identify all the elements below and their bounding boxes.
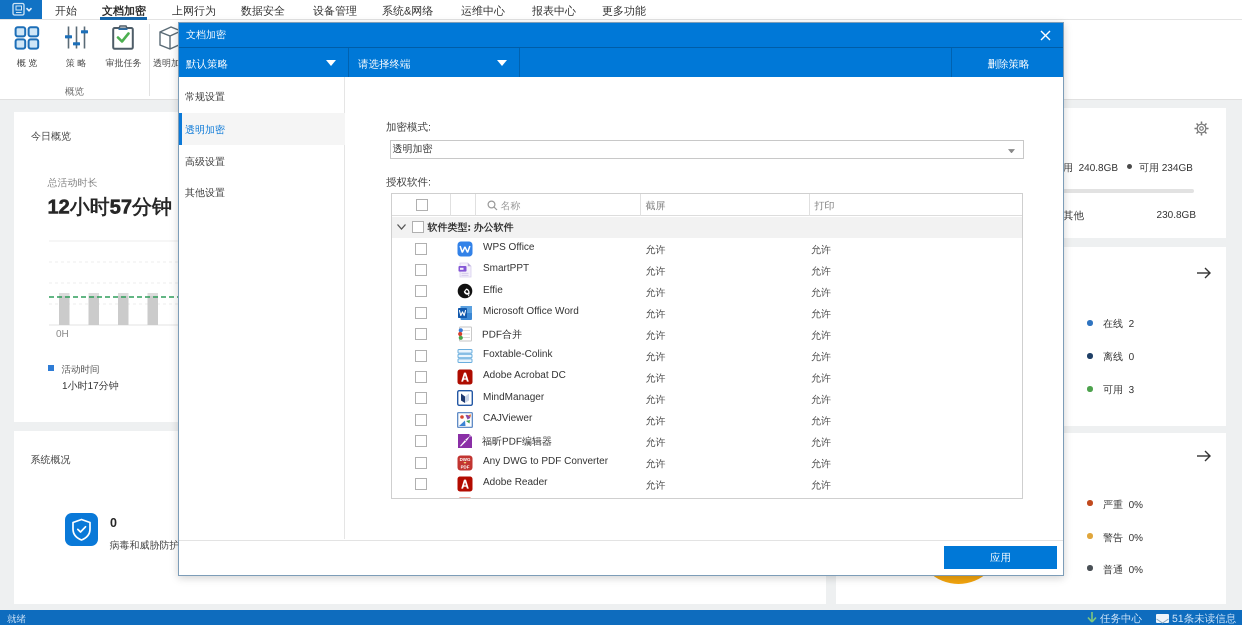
- svg-text:DWG: DWG: [460, 457, 471, 462]
- svg-text:PDF: PDF: [461, 464, 470, 469]
